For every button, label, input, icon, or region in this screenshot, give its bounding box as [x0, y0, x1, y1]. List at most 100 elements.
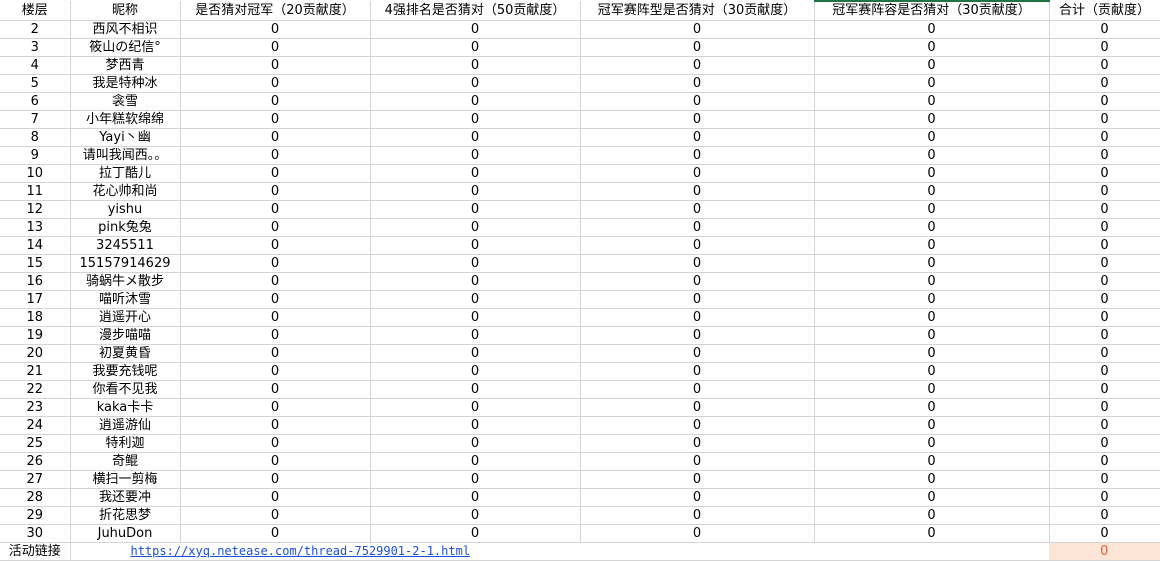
- cell-formation[interactable]: 0: [580, 182, 815, 201]
- cell-champion[interactable]: 0: [180, 146, 371, 165]
- cell-champion[interactable]: 0: [180, 128, 371, 147]
- cell-lineup[interactable]: 0: [814, 470, 1050, 489]
- cell-formation[interactable]: 0: [580, 506, 815, 525]
- cell-total[interactable]: 0: [1049, 452, 1160, 471]
- cell-nickname[interactable]: 初夏黄昏: [70, 344, 181, 363]
- cell-formation[interactable]: 0: [580, 452, 815, 471]
- cell-nickname[interactable]: 请叫我闻西。。: [70, 146, 181, 165]
- cell-top4[interactable]: 0: [370, 524, 581, 543]
- cell-floor[interactable]: 15: [0, 254, 71, 273]
- cell-formation[interactable]: 0: [580, 344, 815, 363]
- cell-lineup[interactable]: 0: [814, 344, 1050, 363]
- cell-lineup[interactable]: 0: [814, 128, 1050, 147]
- cell-nickname[interactable]: yishu: [70, 200, 181, 219]
- cell-champion[interactable]: 0: [180, 380, 371, 399]
- cell-champion[interactable]: 0: [180, 326, 371, 345]
- cell-nickname[interactable]: 骑蜗牛メ散步: [70, 272, 181, 291]
- cell-floor[interactable]: 5: [0, 74, 71, 93]
- cell-lineup[interactable]: 0: [814, 74, 1050, 93]
- cell-nickname[interactable]: 逍遥开心: [70, 308, 181, 327]
- cell-formation[interactable]: 0: [580, 128, 815, 147]
- cell-top4[interactable]: 0: [370, 254, 581, 273]
- cell-floor[interactable]: 24: [0, 416, 71, 435]
- cell-nickname[interactable]: 衾雪: [70, 92, 181, 111]
- cell-top4[interactable]: 0: [370, 38, 581, 57]
- cell-lineup[interactable]: 0: [814, 506, 1050, 525]
- cell-top4[interactable]: 0: [370, 56, 581, 75]
- cell-lineup[interactable]: 0: [814, 236, 1050, 255]
- cell-lineup[interactable]: 0: [814, 218, 1050, 237]
- cell-nickname[interactable]: 西风不相识: [70, 20, 181, 39]
- cell-lineup[interactable]: 0: [814, 56, 1050, 75]
- cell-nickname[interactable]: 拉丁酷儿: [70, 164, 181, 183]
- cell-total[interactable]: 0: [1049, 38, 1160, 57]
- cell-floor[interactable]: 6: [0, 92, 71, 111]
- cell-formation[interactable]: 0: [580, 56, 815, 75]
- cell-nickname[interactable]: 我是特种冰: [70, 74, 181, 93]
- cell-total[interactable]: 0: [1049, 416, 1160, 435]
- cell-nickname[interactable]: 小年糕软绵绵: [70, 110, 181, 129]
- header-cell-nickname[interactable]: 昵称: [70, 1, 181, 21]
- cell-top4[interactable]: 0: [370, 434, 581, 453]
- cell-champion[interactable]: 0: [180, 452, 371, 471]
- cell-floor[interactable]: 11: [0, 182, 71, 201]
- cell-total[interactable]: 0: [1049, 200, 1160, 219]
- cell-top4[interactable]: 0: [370, 218, 581, 237]
- cell-lineup[interactable]: 0: [814, 272, 1050, 291]
- cell-top4[interactable]: 0: [370, 128, 581, 147]
- cell-nickname[interactable]: 漫步喵喵: [70, 326, 181, 345]
- cell-nickname[interactable]: 折花思梦: [70, 506, 181, 525]
- cell-top4[interactable]: 0: [370, 164, 581, 183]
- cell-formation[interactable]: 0: [580, 434, 815, 453]
- cell-total[interactable]: 0: [1049, 362, 1160, 381]
- cell-total[interactable]: 0: [1049, 20, 1160, 39]
- cell-total[interactable]: 0: [1049, 164, 1160, 183]
- cell-total[interactable]: 0: [1049, 290, 1160, 309]
- cell-top4[interactable]: 0: [370, 380, 581, 399]
- cell-lineup[interactable]: 0: [814, 380, 1050, 399]
- cell-champion[interactable]: 0: [180, 182, 371, 201]
- cell-floor[interactable]: 7: [0, 110, 71, 129]
- cell-champion[interactable]: 0: [180, 362, 371, 381]
- cell-champion[interactable]: 0: [180, 344, 371, 363]
- cell-formation[interactable]: 0: [580, 74, 815, 93]
- cell-nickname[interactable]: 花心帅和尚: [70, 182, 181, 201]
- cell-total[interactable]: 0: [1049, 254, 1160, 273]
- cell-floor[interactable]: 23: [0, 398, 71, 417]
- cell-top4[interactable]: 0: [370, 20, 581, 39]
- cell-nickname[interactable]: 奇鲲: [70, 452, 181, 471]
- cell-champion[interactable]: 0: [180, 254, 371, 273]
- cell-champion[interactable]: 0: [180, 20, 371, 39]
- cell-total[interactable]: 0: [1049, 470, 1160, 489]
- cell-champion[interactable]: 0: [180, 272, 371, 291]
- cell-nickname[interactable]: 你看不见我: [70, 380, 181, 399]
- header-cell-formation-guess[interactable]: 冠军赛阵型是否猜对（30贡献度）: [580, 1, 815, 21]
- cell-champion[interactable]: 0: [180, 398, 371, 417]
- cell-formation[interactable]: 0: [580, 38, 815, 57]
- cell-formation[interactable]: 0: [580, 362, 815, 381]
- cell-champion[interactable]: 0: [180, 470, 371, 489]
- cell-formation[interactable]: 0: [580, 272, 815, 291]
- cell-lineup[interactable]: 0: [814, 20, 1050, 39]
- cell-formation[interactable]: 0: [580, 254, 815, 273]
- header-cell-floor[interactable]: 楼层: [0, 1, 71, 21]
- cell-lineup[interactable]: 0: [814, 416, 1050, 435]
- cell-formation[interactable]: 0: [580, 488, 815, 507]
- cell-floor[interactable]: 26: [0, 452, 71, 471]
- cell-total[interactable]: 0: [1049, 506, 1160, 525]
- cell-champion[interactable]: 0: [180, 74, 371, 93]
- cell-top4[interactable]: 0: [370, 146, 581, 165]
- cell-champion[interactable]: 0: [180, 308, 371, 327]
- cell-nickname[interactable]: JuhuDon: [70, 524, 181, 543]
- cell-floor[interactable]: 22: [0, 380, 71, 399]
- cell-formation[interactable]: 0: [580, 524, 815, 543]
- cell-champion[interactable]: 0: [180, 56, 371, 75]
- cell-nickname[interactable]: 3245511: [70, 236, 181, 255]
- cell-total[interactable]: 0: [1049, 56, 1160, 75]
- cell-lineup[interactable]: 0: [814, 434, 1050, 453]
- cell-lineup[interactable]: 0: [814, 146, 1050, 165]
- cell-nickname[interactable]: 筱山の纪信°: [70, 38, 181, 57]
- cell-floor[interactable]: 12: [0, 200, 71, 219]
- cell-lineup[interactable]: 0: [814, 254, 1050, 273]
- cell-lineup[interactable]: 0: [814, 488, 1050, 507]
